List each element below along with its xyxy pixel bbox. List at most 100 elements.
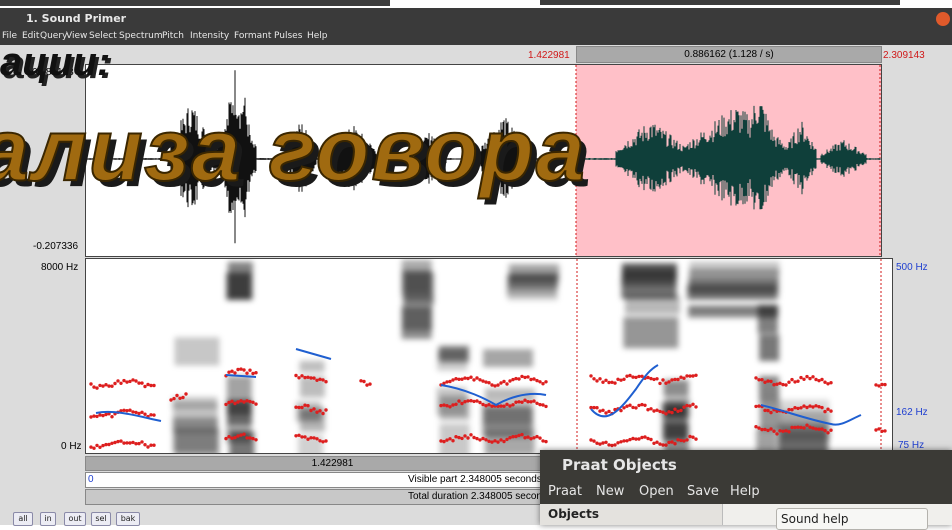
- formant-dot: [469, 433, 473, 437]
- total-duration-bar[interactable]: Total duration 2.348005 seconds: [85, 489, 580, 505]
- formant-dot: [667, 440, 671, 445]
- formant-dot: [766, 428, 770, 433]
- formant-dot: [820, 377, 824, 382]
- selection-duration-bar[interactable]: 0.886162 (1.128 / s): [576, 46, 882, 63]
- formant-dot: [230, 369, 234, 373]
- formant-dot: [529, 377, 533, 382]
- formant-dot: [628, 437, 632, 442]
- formant-dot: [303, 375, 307, 380]
- visible-part-bar[interactable]: 0 Visible part 2.348005 seconds: [85, 472, 580, 488]
- formant-dot: [505, 437, 509, 442]
- formant-dot: [544, 404, 548, 409]
- formant-dot: [113, 381, 117, 386]
- total-duration-label: Total duration 2.348005 seconds: [408, 491, 553, 502]
- formant-dot: [140, 381, 144, 385]
- formant-dot: [472, 435, 476, 440]
- formant-dot: [823, 428, 827, 433]
- formant-dot: [487, 403, 491, 407]
- formant-dot: [499, 381, 503, 385]
- formant-dot: [110, 415, 114, 419]
- menu-intensity[interactable]: Intensity: [190, 31, 229, 41]
- formant-dot: [143, 412, 147, 416]
- spectrogram-energy-block: [401, 306, 432, 340]
- formant-dot: [469, 375, 473, 379]
- menu-pulses[interactable]: Pulses: [274, 31, 302, 41]
- formant-dot: [484, 438, 488, 442]
- formant-dot: [134, 379, 138, 383]
- formant-dot: [628, 373, 632, 378]
- formant-dot: [248, 368, 252, 372]
- praat-menu-open[interactable]: Open: [639, 480, 674, 504]
- formant-dot: [318, 409, 322, 413]
- formant-dot: [359, 379, 363, 383]
- formant-dot: [128, 379, 132, 384]
- formant-dot: [601, 408, 605, 412]
- praat-menu-new[interactable]: New: [596, 480, 624, 504]
- menu-help[interactable]: Help: [307, 31, 328, 41]
- formant-dot: [670, 378, 674, 382]
- formant-dot: [149, 413, 153, 417]
- formant-dot: [799, 425, 803, 430]
- formant-dot: [508, 436, 512, 440]
- formant-dot: [362, 379, 366, 384]
- formant-dot: [107, 442, 111, 447]
- formant-dot: [312, 376, 316, 380]
- formant-dot: [484, 404, 488, 408]
- formant-dot: [472, 378, 476, 382]
- formant-dot: [688, 404, 692, 408]
- formant-dot: [245, 436, 249, 440]
- formant-dot: [670, 410, 674, 415]
- formant-dot: [811, 426, 815, 430]
- formant-dot: [799, 406, 803, 410]
- menu-formant[interactable]: Formant: [234, 31, 271, 41]
- formant-dot: [309, 376, 313, 380]
- sound-help-button[interactable]: Sound help: [776, 508, 928, 530]
- zoom-all-button[interactable]: all: [13, 512, 33, 526]
- formant-dot: [616, 441, 620, 445]
- formant-dot: [137, 441, 141, 446]
- spectrogram-bottom-hz-label: 0 Hz: [61, 441, 82, 452]
- formant-dot: [324, 408, 328, 412]
- cursor-time-bar[interactable]: 1.422981: [85, 456, 580, 471]
- praat-menu-praat[interactable]: Praat: [548, 480, 582, 504]
- visible-part-label: Visible part 2.348005 seconds: [408, 474, 542, 485]
- zoom-sel-button[interactable]: sel: [91, 512, 111, 526]
- formant-dot: [481, 402, 485, 407]
- formant-dot: [817, 405, 821, 409]
- formant-dot: [493, 384, 497, 388]
- sound-help-label: Sound help: [781, 512, 849, 526]
- praat-menu-save[interactable]: Save: [687, 480, 719, 504]
- menu-pitch[interactable]: Pitch: [162, 31, 184, 41]
- top-strip-bar-left: [0, 0, 390, 6]
- formant-dot: [877, 427, 881, 431]
- formant-dot: [490, 440, 494, 444]
- formant-dot: [691, 374, 695, 378]
- formant-dot: [685, 374, 689, 378]
- spectrogram-energy-block: [174, 337, 220, 366]
- zoom-out-button[interactable]: out: [64, 512, 86, 526]
- praat-menu-help[interactable]: Help: [730, 480, 760, 504]
- formant-dot: [784, 429, 788, 433]
- zoom-back-button[interactable]: bak: [116, 512, 140, 526]
- formant-dot: [496, 440, 500, 444]
- zoom-in-button[interactable]: in: [40, 512, 56, 526]
- spectrogram-panel[interactable]: [85, 258, 893, 472]
- formant-dot: [481, 379, 485, 383]
- formant-dot: [134, 442, 138, 446]
- formant-dot: [297, 405, 301, 410]
- formant-dot: [769, 427, 773, 431]
- formant-dot: [251, 371, 255, 376]
- formant-dot: [793, 406, 797, 410]
- formant-dot: [595, 441, 599, 445]
- formant-dot: [523, 436, 527, 440]
- close-icon[interactable]: [936, 12, 950, 26]
- formant-dot: [152, 383, 156, 388]
- formant-dot: [691, 402, 695, 406]
- formant-dot: [649, 376, 653, 381]
- formant-dot: [637, 437, 641, 441]
- top-strip-bar-right: [540, 0, 900, 5]
- formant-dot: [760, 427, 764, 432]
- formant-dot: [227, 400, 231, 405]
- formant-dot: [589, 438, 593, 442]
- formant-dot: [634, 437, 638, 441]
